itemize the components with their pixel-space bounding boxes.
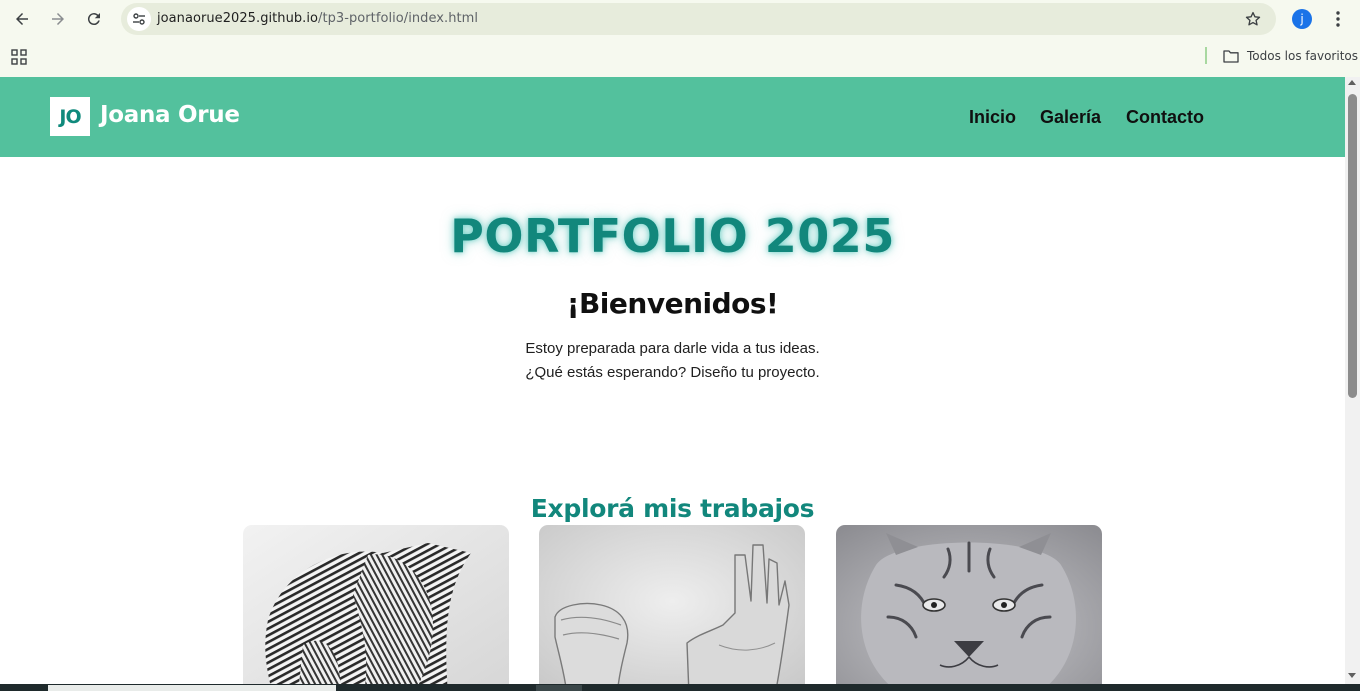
hands-drawing-image	[539, 525, 805, 684]
back-button[interactable]	[10, 7, 34, 31]
address-bar[interactable]: joanaorue2025.github.io/tp3-portfolio/in…	[121, 3, 1276, 35]
url-path: /tp3-portfolio/index.html	[318, 11, 479, 26]
reload-icon	[87, 13, 100, 26]
bookmarks-divider	[1205, 47, 1207, 64]
intro-line-1: Estoy preparada para darle vida a tus id…	[525, 340, 820, 357]
os-taskbar	[0, 684, 1360, 691]
gallery-title: Explorá mis trabajos	[530, 494, 815, 523]
bookmark-star-icon[interactable]	[1244, 10, 1262, 28]
scrollbar-thumb[interactable]	[1348, 94, 1357, 398]
arrow-right-icon	[52, 13, 64, 25]
profile-avatar[interactable]: j	[1292, 9, 1312, 29]
page-viewport: JO Joana Orue Inicio Galería Contacto PO…	[0, 77, 1345, 684]
tune-icon	[133, 13, 145, 25]
browser-toolbar: joanaorue2025.github.io/tp3-portfolio/in…	[0, 0, 1360, 38]
welcome-heading: ¡Bienvenidos!	[566, 287, 779, 320]
url-host: joanaorue2025.github.io	[157, 11, 319, 26]
taskbar-search-box[interactable]	[48, 685, 336, 691]
hero-title: PORTFOLIO 2025	[450, 209, 895, 263]
gallery-card-hands[interactable]	[539, 525, 805, 684]
elephant-engraving-image	[243, 525, 509, 684]
browser-chrome: joanaorue2025.github.io/tp3-portfolio/in…	[0, 0, 1360, 77]
intro-line-2: ¿Qué estás esperando? Diseño tu proyecto…	[525, 364, 820, 381]
forward-button[interactable]	[46, 7, 70, 31]
gallery-card-tiger[interactable]	[836, 525, 1102, 684]
taskbar-app-button[interactable]	[536, 685, 582, 691]
folder-icon[interactable]	[1223, 49, 1239, 63]
bookmarks-bar: Todos los favoritos	[0, 38, 1360, 77]
brand-name[interactable]: Joana Orue	[100, 102, 240, 128]
scroll-up-arrow-icon[interactable]	[1348, 80, 1356, 85]
more-menu-icon[interactable]	[1328, 9, 1348, 29]
scroll-down-arrow-icon[interactable]	[1348, 673, 1356, 678]
apps-grid-icon[interactable]	[11, 49, 27, 65]
nav-link-inicio[interactable]: Inicio	[969, 107, 1016, 128]
site-info-icon[interactable]	[127, 7, 151, 31]
all-bookmarks-link[interactable]: Todos los favoritos	[1247, 49, 1358, 63]
nav-link-contacto[interactable]: Contacto	[1126, 107, 1204, 128]
profile-initial: j	[1300, 12, 1304, 26]
tiger-drawing-image	[836, 525, 1102, 684]
reload-button[interactable]	[82, 7, 106, 31]
nav-link-galeria[interactable]: Galería	[1040, 107, 1101, 128]
site-logo[interactable]: JO	[50, 97, 90, 136]
site-header: JO Joana Orue Inicio Galería Contacto	[0, 77, 1345, 157]
arrow-left-icon	[16, 13, 28, 25]
url-text[interactable]: joanaorue2025.github.io/tp3-portfolio/in…	[157, 11, 478, 26]
logo-initials: JO	[59, 105, 81, 128]
gallery-card-elephant[interactable]	[243, 525, 509, 684]
